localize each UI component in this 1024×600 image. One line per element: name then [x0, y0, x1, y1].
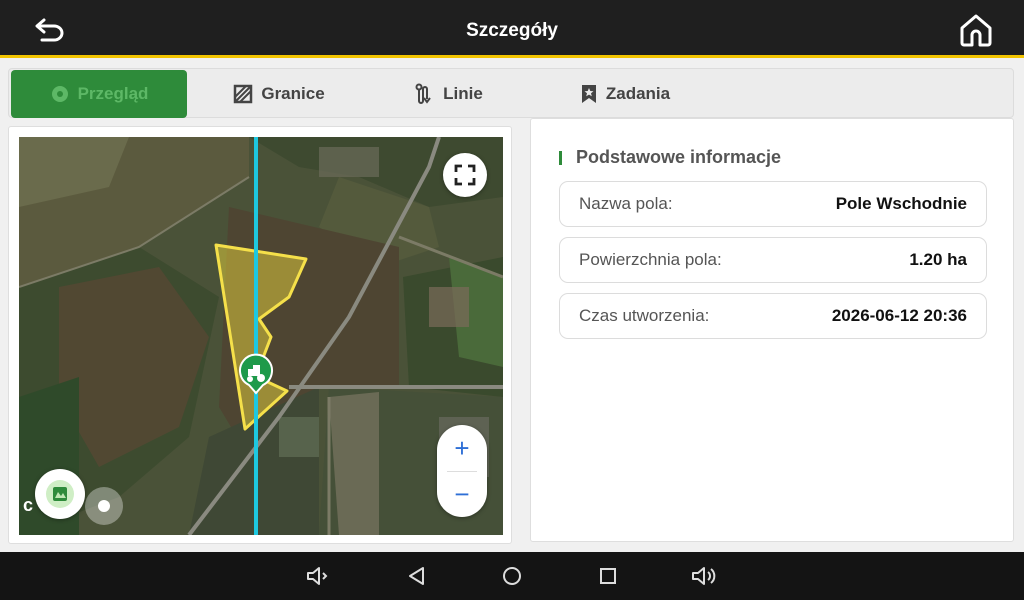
- back-nav-button[interactable]: [403, 562, 431, 590]
- info-row-field-area: Powierzchnia pola: 1.20 ha: [559, 237, 987, 283]
- zoom-out-button[interactable]: −: [437, 471, 487, 517]
- info-row-created-time: Czas utworzenia: 2026-06-12 20:36: [559, 293, 987, 339]
- map-panel: + − c r: [8, 126, 512, 544]
- recents-nav-button[interactable]: [594, 562, 622, 590]
- tab-tasks-label: Zadania: [605, 84, 671, 103]
- field-name-label: Nazwa pola:: [579, 194, 673, 213]
- top-bar: Szczegóły: [0, 0, 1024, 58]
- tab-lines-label: Linie: [443, 84, 483, 103]
- tab-lines[interactable]: Linie: [401, 70, 497, 118]
- zoom-in-button[interactable]: +: [437, 425, 487, 471]
- tab-boundaries-label: Granice: [261, 84, 325, 103]
- field-name-value: Pole Wschodnie: [835, 194, 967, 213]
- circle-home-icon: [503, 567, 521, 585]
- overview-icon: [51, 86, 68, 102]
- tab-tasks[interactable]: Zadania: [565, 70, 685, 118]
- page-title: Szczegóły: [466, 20, 558, 41]
- boundary-icon: [234, 84, 253, 104]
- triangle-back-icon: [409, 567, 424, 585]
- satellite-map-background: [19, 137, 503, 535]
- info-row-field-name: Nazwa pola: Pole Wschodnie: [559, 181, 987, 227]
- fullscreen-button[interactable]: [443, 153, 487, 197]
- volume-up-button[interactable]: [690, 562, 718, 590]
- home-icon: [960, 14, 992, 47]
- tab-overview-label: Przegląd: [77, 84, 149, 103]
- field-area-value: 1.20 ha: [909, 250, 967, 269]
- app-root: Szczegóły Przegląd Granice Linie Zadania…: [0, 0, 1024, 600]
- zoom-control: + −: [437, 425, 487, 517]
- tab-boundaries[interactable]: Granice: [219, 70, 339, 118]
- home-nav-button[interactable]: [498, 562, 526, 590]
- created-time-value: 2026-06-12 20:36: [831, 306, 967, 325]
- tasks-icon: [581, 85, 596, 103]
- section-title-accent: [559, 150, 562, 165]
- volume-up-icon: [692, 567, 716, 585]
- square-recents-icon: [600, 568, 616, 584]
- lines-icon: [415, 83, 431, 104]
- info-panel: Podstawowe informacje Nazwa pola: Pole W…: [530, 118, 1014, 542]
- tab-overview[interactable]: Przegląd: [11, 70, 187, 118]
- created-time-label: Czas utworzenia:: [579, 306, 710, 325]
- fullscreen-icon: [454, 164, 476, 186]
- map-layer-icon: [46, 480, 74, 508]
- map-layer-button[interactable]: [35, 469, 85, 519]
- section-title-text: Podstawowe informacje: [576, 147, 782, 167]
- system-nav-bar: [0, 552, 1024, 600]
- location-button[interactable]: [85, 487, 123, 525]
- volume-down-button[interactable]: [304, 562, 332, 590]
- location-dot-icon: [98, 500, 110, 512]
- field-area-label: Powierzchnia pola:: [579, 250, 722, 269]
- volume-down-icon: [307, 567, 328, 585]
- home-button[interactable]: [956, 11, 996, 49]
- tab-bar: Przegląd Granice Linie Zadania: [8, 68, 1014, 118]
- field-map[interactable]: + − c r: [19, 137, 503, 535]
- section-title: Podstawowe informacje: [559, 147, 781, 168]
